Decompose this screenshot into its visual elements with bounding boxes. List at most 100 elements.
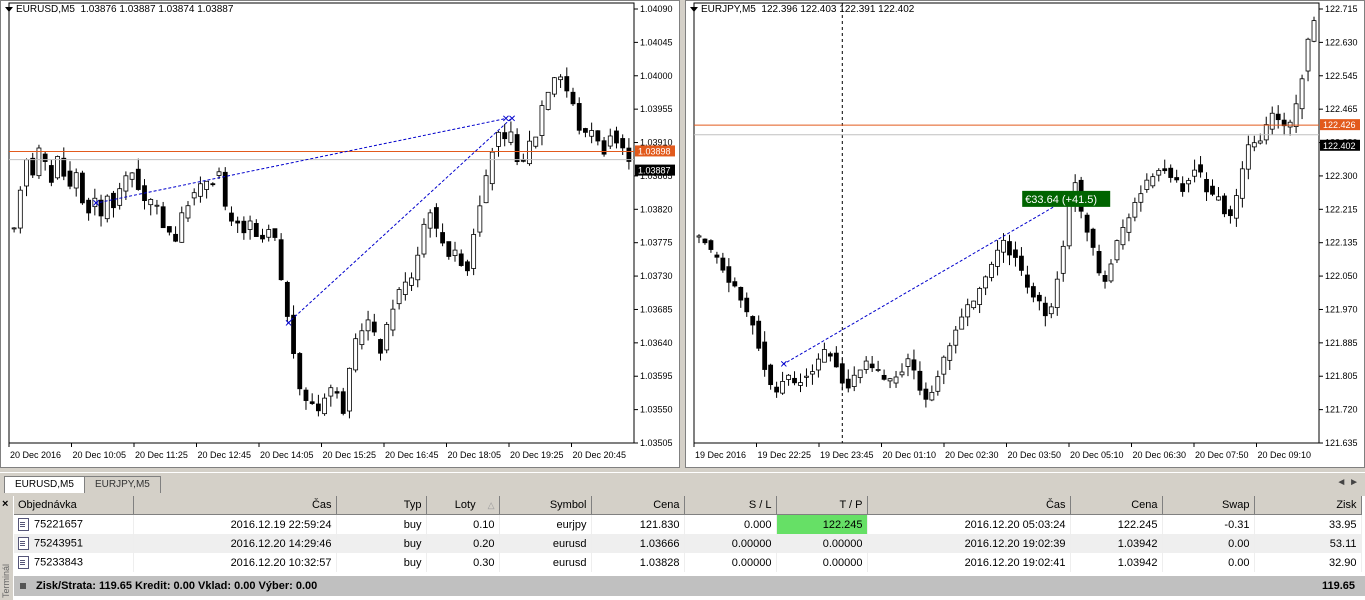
chart-tabs: EURUSD,M5 EURJPY,M5 ◄ ► <box>0 472 1365 493</box>
y-tick-label: 1.03505 <box>640 438 673 448</box>
column-header[interactable]: Zisk <box>1254 496 1362 515</box>
column-header[interactable]: Loty △ <box>426 496 500 515</box>
tab-eurjpy[interactable]: EURJPY,M5 <box>84 476 161 493</box>
order-cell: 75233843 <box>14 553 134 572</box>
tab-eurusd[interactable]: EURUSD,M5 <box>4 476 85 493</box>
x-tick-label: 19 Dec 23:45 <box>820 450 874 460</box>
order-cell: 1.03828 <box>591 553 685 572</box>
tab-scroll-arrows[interactable]: ◄ ► <box>1336 477 1359 488</box>
x-tick-label: 20 Dec 20:45 <box>573 450 627 460</box>
y-tick-label: 1.03775 <box>640 238 673 248</box>
candle-body <box>845 378 851 389</box>
candle-body <box>359 330 365 346</box>
candle-body <box>1084 214 1090 233</box>
candle-body <box>887 378 893 382</box>
order-cell: 75221657 <box>14 514 134 534</box>
candle-body <box>786 374 791 380</box>
candle-body <box>1024 274 1030 288</box>
candle-body <box>24 159 29 187</box>
candle-body <box>732 281 738 287</box>
order-cell: 0.00 <box>1162 553 1255 572</box>
trade-profit-label: €33.64 (+41.5) <box>1025 194 1097 206</box>
candle-body <box>833 352 839 368</box>
candle-body <box>210 183 216 186</box>
candle-body <box>768 364 774 386</box>
candle-body <box>67 170 73 187</box>
candle-body <box>1251 142 1257 148</box>
candle-body <box>1293 103 1299 127</box>
y-tick-label: 1.03685 <box>640 304 673 314</box>
status-icon <box>20 583 26 589</box>
candle-body <box>1096 251 1102 274</box>
candle-body <box>371 321 377 333</box>
y-tick-label: 121.635 <box>1325 438 1358 448</box>
y-tick-label: 121.720 <box>1325 405 1358 415</box>
column-header[interactable]: Cena <box>591 496 685 515</box>
column-header[interactable]: Čas <box>867 496 1071 515</box>
order-cell: buy <box>336 514 427 534</box>
y-tick-label: 1.04000 <box>640 71 673 81</box>
column-header[interactable]: Čas <box>133 496 337 515</box>
chart-symbol: EURUSD,M5 <box>16 4 75 15</box>
column-header[interactable]: Symbol <box>499 496 592 515</box>
candle-body <box>1222 195 1227 215</box>
x-tick-label: 20 Dec 14:05 <box>260 450 314 460</box>
order-cell: 122.245 <box>1070 514 1163 534</box>
bid-price-label: 122.402 <box>1323 141 1356 151</box>
column-header[interactable]: T / P <box>776 496 868 515</box>
close-icon[interactable]: × <box>2 498 8 510</box>
dropdown-triangle-icon[interactable] <box>5 6 13 12</box>
column-header[interactable]: Swap <box>1162 496 1255 515</box>
eurusd-chart[interactable]: 1.040901.040451.040001.039551.039101.038… <box>1 1 680 468</box>
candle-body <box>483 175 489 204</box>
candle-body <box>477 205 483 233</box>
order-cell: buy <box>336 553 427 572</box>
order-cell: eurjpy <box>499 514 592 534</box>
column-header[interactable]: S / L <box>684 496 777 515</box>
candle-body <box>923 388 929 400</box>
candle-body <box>253 223 259 237</box>
dropdown-triangle-icon[interactable] <box>690 6 698 12</box>
candle-body <box>328 387 334 397</box>
candle-body <box>48 165 54 183</box>
candle-body <box>881 374 887 380</box>
candle-body <box>1102 275 1108 282</box>
order-cell: 0.00000 <box>776 534 868 553</box>
candle-body <box>911 359 917 371</box>
eurjpy-chart[interactable]: 122.715122.630122.545122.465122.380122.3… <box>686 1 1365 468</box>
y-tick-label: 122.630 <box>1325 37 1358 47</box>
candle-body <box>42 153 48 162</box>
candle-body <box>545 91 551 110</box>
candle-body <box>899 371 905 376</box>
order-row[interactable]: 75233843 2016.12.20 10:32:57 buy 0.30 eurusd… <box>14 553 1362 572</box>
candle-body <box>744 297 750 313</box>
candle-body <box>1257 140 1263 144</box>
candle-body <box>1239 168 1245 199</box>
candle-body <box>827 353 833 357</box>
order-row[interactable]: 75243951 2016.12.20 14:29:46 buy 0.20 eurusd… <box>14 534 1362 553</box>
y-tick-label: 1.03955 <box>640 104 673 114</box>
candle-body <box>875 369 881 371</box>
candle-body <box>378 339 383 354</box>
order-row[interactable]: 75221657 2016.12.19 22:59:24 buy 0.10 eurjpy… <box>14 514 1362 534</box>
candle-body <box>111 192 116 209</box>
candle-body <box>551 77 557 95</box>
candle-body <box>123 175 129 192</box>
candle-body <box>496 131 501 147</box>
candle-body <box>1311 20 1317 42</box>
candle-body <box>1030 286 1036 298</box>
candle-body <box>798 382 803 386</box>
eurusd-chart-window[interactable]: 1.04090 1.04045 1.04000 1.03955 1.03910 1.038… <box>0 0 680 468</box>
candle-body <box>222 171 228 207</box>
candle-body <box>148 199 154 206</box>
candle-body <box>762 341 768 370</box>
trade-close-marker-icon: ✕ <box>508 114 516 125</box>
x-tick-label: 20 Dec 19:25 <box>510 450 564 460</box>
candle-body <box>583 128 588 133</box>
column-header[interactable]: Typ <box>336 496 427 515</box>
eurjpy-chart-window[interactable]: 122.715122.630122.545122.465122.380122.3… <box>685 0 1365 468</box>
column-header[interactable]: Objednávka <box>14 496 134 515</box>
candle-body <box>905 358 911 367</box>
column-header[interactable]: Cena <box>1070 496 1163 515</box>
candle-body <box>1180 183 1186 192</box>
